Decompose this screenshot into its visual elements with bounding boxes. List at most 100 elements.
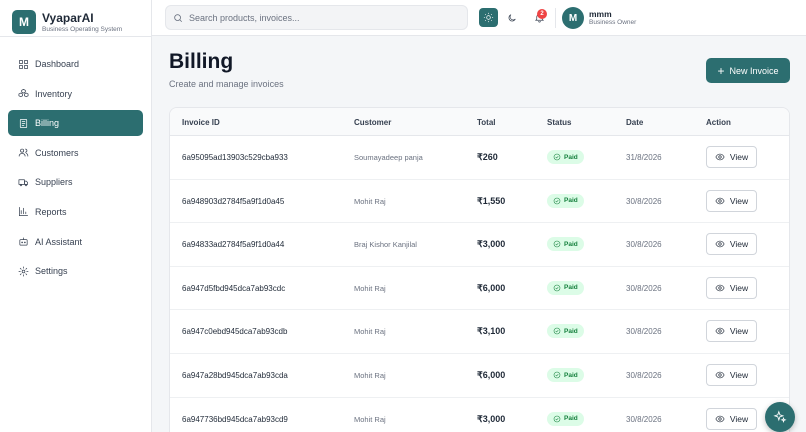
sidebar-item-settings[interactable]: Settings xyxy=(8,258,143,284)
sidebar-item-dashboard[interactable]: Dashboard xyxy=(8,51,143,77)
view-button[interactable]: View xyxy=(706,146,757,168)
column-header-customer[interactable]: Customer xyxy=(354,118,391,127)
sidebar-item-label: Suppliers xyxy=(35,177,73,188)
status-label: Paid xyxy=(564,415,578,423)
invoice-id: 6a947d5fbd945dca7ab93cdc xyxy=(182,283,286,293)
check-circle-icon xyxy=(553,328,561,335)
invoice-total: ₹3,100 xyxy=(477,326,506,337)
customer-name: Mohit Raj xyxy=(354,371,386,380)
sidebar-item-reports[interactable]: Reports xyxy=(8,199,143,225)
sidebar-item-label: Customers xyxy=(35,147,79,158)
status-label: Paid xyxy=(564,153,578,161)
check-circle-icon xyxy=(553,153,561,161)
invoice-id: 6a947a28bd945dca7ab93cda xyxy=(182,371,288,380)
sidebar-item-customers[interactable]: Customers xyxy=(8,140,143,166)
sidebar-item-ai-assistant[interactable]: AI Assistant xyxy=(8,229,143,255)
notification-badge: 2 xyxy=(537,9,547,19)
brand-name: VyaparAI xyxy=(42,10,94,25)
column-header-action: Action xyxy=(706,118,731,127)
new-invoice-label: New Invoice xyxy=(729,65,779,76)
column-header-date[interactable]: Date xyxy=(626,118,643,127)
invoice-id: 6a95095ad13903c529cba933 xyxy=(182,153,288,162)
column-header-status[interactable]: Status xyxy=(547,118,571,127)
ai-assistant-fab[interactable] xyxy=(765,402,795,432)
view-button[interactable]: View xyxy=(706,189,757,212)
receipt-icon xyxy=(17,117,29,129)
invoice-id: 6a947c0ebd945dca7ab93cdb xyxy=(182,327,288,337)
view-label: View xyxy=(729,239,749,250)
eye-icon xyxy=(715,240,725,248)
table-row: 6a947736bd945dca7ab93cd9 Mohit Raj ₹3,00… xyxy=(170,398,789,432)
invoice-date: 30/8/2026 xyxy=(626,327,662,337)
invoice-date: 30/8/2026 xyxy=(626,371,662,380)
brand-divider xyxy=(0,36,151,37)
sidebar-item-label: Dashboard xyxy=(35,59,80,69)
search-input[interactable] xyxy=(189,12,449,23)
view-label: View xyxy=(729,370,749,380)
brand[interactable]: M VyaparAI Business Operating System xyxy=(12,10,122,34)
page-title: Billing xyxy=(169,50,234,73)
check-circle-icon xyxy=(553,371,561,379)
status-badge: Paid xyxy=(547,280,584,295)
customer-name: Soumayadeep panja xyxy=(354,153,423,162)
column-header-invoice-id[interactable]: Invoice ID xyxy=(182,118,220,127)
view-label: View xyxy=(729,282,749,293)
status-label: Paid xyxy=(564,240,578,248)
status-badge: Paid xyxy=(547,150,584,164)
column-header-total[interactable]: Total xyxy=(477,118,496,127)
status-label: Paid xyxy=(564,371,578,379)
view-button[interactable]: View xyxy=(706,233,757,256)
customer-name: Mohit Raj xyxy=(354,196,386,206)
table-row: 6a947c0ebd945dca7ab93cdb Mohit Raj ₹3,10… xyxy=(170,310,789,354)
eye-icon xyxy=(715,197,725,204)
sidebar-item-label: AI Assistant xyxy=(35,236,83,247)
view-button[interactable]: View xyxy=(706,320,757,343)
status-badge: Paid xyxy=(547,237,584,252)
new-invoice-button[interactable]: + New Invoice xyxy=(706,58,790,83)
view-button[interactable]: View xyxy=(706,407,757,430)
dark-theme-button[interactable] xyxy=(502,8,521,27)
view-button[interactable]: View xyxy=(706,364,757,386)
invoice-id: 6a94833ad2784f5a9f1d0a44 xyxy=(182,240,285,250)
status-label: Paid xyxy=(564,327,578,335)
sidebar-nav: Dashboard Inventory Billing Customers Su… xyxy=(8,51,143,288)
table-row: 6a947a28bd945dca7ab93cda Mohit Raj ₹6,00… xyxy=(170,354,789,398)
view-button[interactable]: View xyxy=(706,276,757,299)
light-theme-button[interactable] xyxy=(479,8,498,27)
sun-icon xyxy=(483,12,494,23)
eye-icon xyxy=(715,415,725,422)
eye-icon xyxy=(715,328,725,335)
customer-name: Mohit Raj xyxy=(354,283,386,293)
table-row: 6a948903d2784f5a9f1d0a45 Mohit Raj ₹1,55… xyxy=(170,180,789,224)
check-circle-icon xyxy=(553,240,561,248)
sidebar-item-suppliers[interactable]: Suppliers xyxy=(8,169,143,195)
brand-text: VyaparAI Business Operating System xyxy=(42,11,122,34)
avatar[interactable]: M xyxy=(562,7,584,29)
customer-name: Mohit Raj xyxy=(354,327,386,337)
sidebar-item-billing[interactable]: Billing xyxy=(8,110,143,137)
table-row: 6a94833ad2784f5a9f1d0a44 Braj Kishor Kan… xyxy=(170,223,789,267)
search-icon xyxy=(174,13,183,22)
sidebar-item-label: Billing xyxy=(35,118,60,129)
user-divider xyxy=(555,8,556,28)
status-label: Paid xyxy=(564,284,578,292)
bot-icon xyxy=(17,236,29,248)
search-box[interactable] xyxy=(165,5,468,30)
view-label: View xyxy=(729,326,749,337)
invoice-total: ₹260 xyxy=(477,152,498,162)
view-label: View xyxy=(729,413,749,424)
invoice-date: 30/8/2026 xyxy=(626,240,662,250)
invoice-date: 30/8/2026 xyxy=(626,196,662,206)
view-label: View xyxy=(729,152,749,162)
customer-name: Mohit Raj xyxy=(354,414,386,424)
sidebar-item-inventory[interactable]: Inventory xyxy=(8,81,143,107)
check-circle-icon xyxy=(553,415,561,422)
invoice-total: ₹3,000 xyxy=(477,413,506,424)
invoice-date: 30/8/2026 xyxy=(626,414,662,424)
table-row: 6a95095ad13903c529cba933 Soumayadeep pan… xyxy=(170,136,789,180)
invoice-date: 30/8/2026 xyxy=(626,283,662,293)
invoice-date: 31/8/2026 xyxy=(626,153,662,162)
sidebar-item-label: Inventory xyxy=(35,88,73,99)
status-label: Paid xyxy=(564,197,578,205)
sparkles-icon xyxy=(773,410,787,423)
